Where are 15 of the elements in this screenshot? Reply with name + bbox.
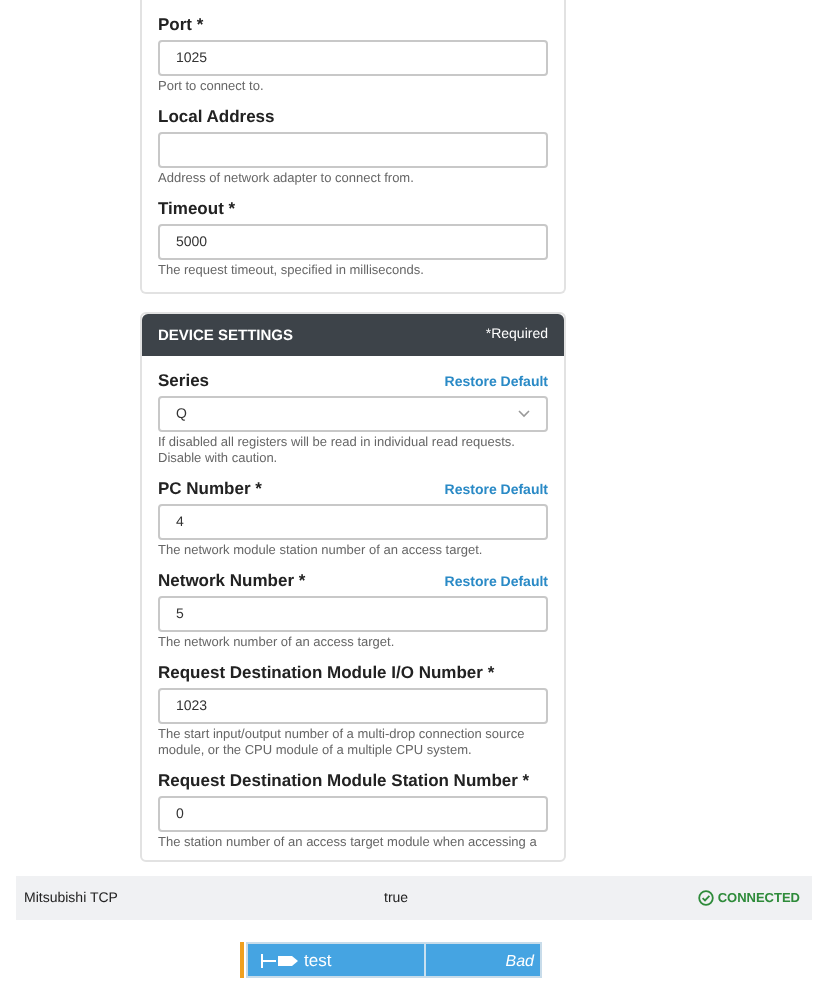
tag-quality: Bad xyxy=(505,951,536,969)
chevron-down-icon xyxy=(518,410,530,418)
input-field[interactable] xyxy=(158,132,548,168)
field-label: Port * xyxy=(158,14,204,34)
field-label: Local Address xyxy=(158,106,275,126)
tag-name: test xyxy=(304,950,332,970)
check-circle-icon xyxy=(697,890,714,906)
field-label: PC Number * xyxy=(158,478,262,498)
field-label: Series xyxy=(158,370,210,390)
field-label: Request Destination Module I/O Number * xyxy=(158,662,495,682)
quality-marker xyxy=(240,942,244,978)
tag-icon xyxy=(260,951,300,969)
field-label: Request Destination Module Station Number * xyxy=(158,770,530,790)
field-label: Timeout * xyxy=(158,198,236,218)
field-label: Network Number * xyxy=(158,570,306,590)
